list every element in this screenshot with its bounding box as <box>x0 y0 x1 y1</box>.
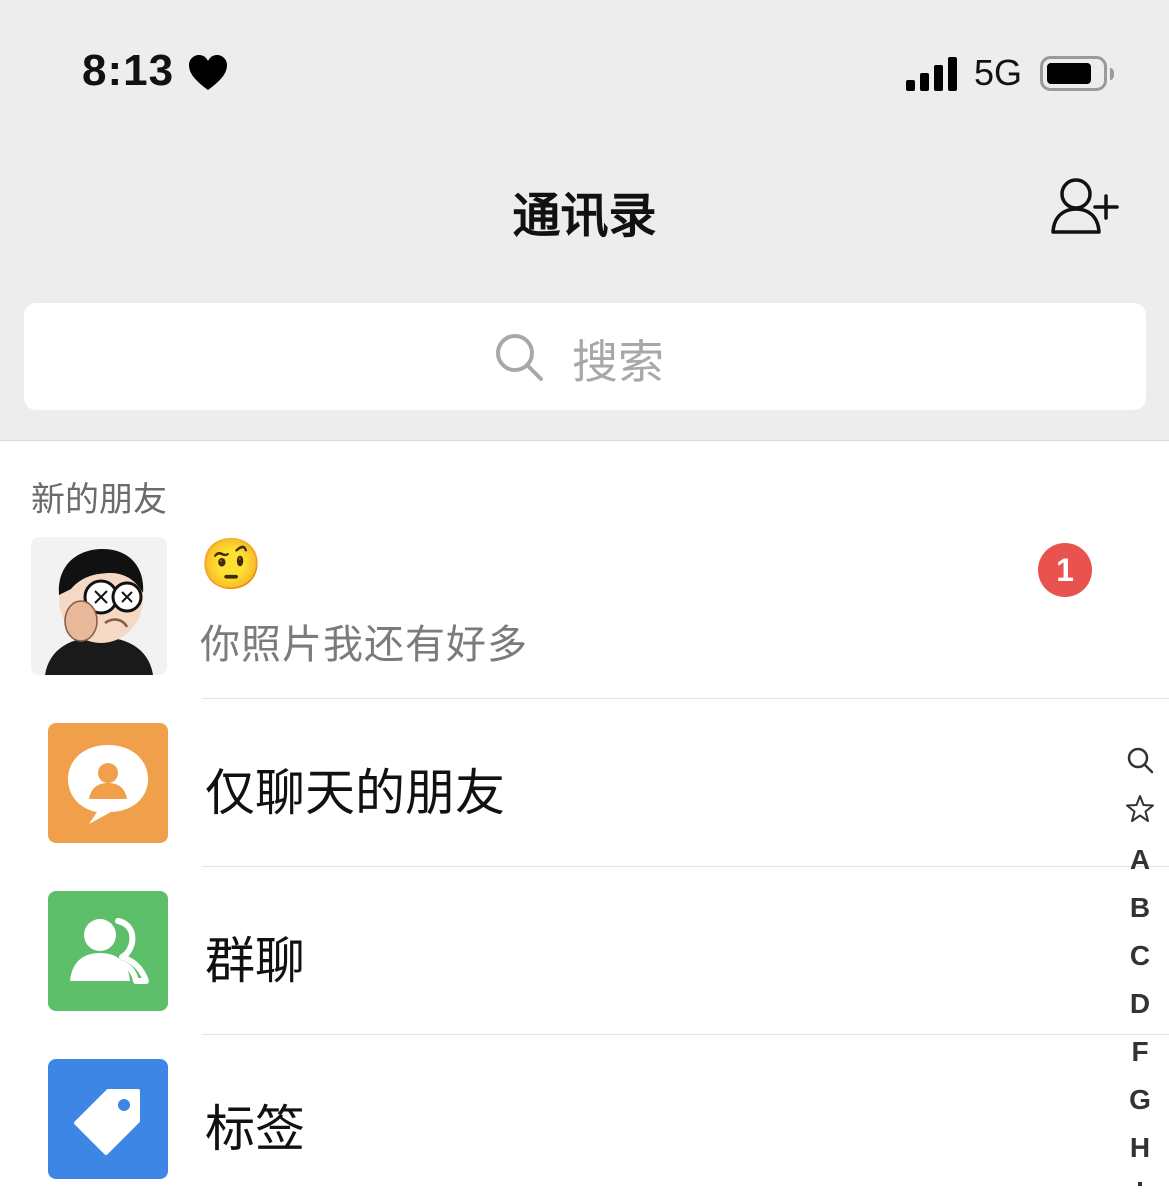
index-letter[interactable]: H <box>1120 1132 1160 1164</box>
index-letter[interactable]: G <box>1120 1084 1160 1116</box>
menu-item-chat-only-friends[interactable]: 仅聊天的朋友 <box>0 699 1110 867</box>
menu-item-tags[interactable]: 标签 <box>0 1035 1110 1203</box>
menu-item-label: 群聊 <box>205 932 305 990</box>
index-letter[interactable]: D <box>1120 988 1160 1020</box>
index-letter[interactable]: A <box>1120 844 1160 876</box>
index-search-icon[interactable] <box>1120 746 1160 781</box>
index-letter[interactable]: F <box>1120 1036 1160 1068</box>
signal-icon <box>906 57 957 91</box>
add-contact-button[interactable] <box>1048 176 1124 240</box>
battery-icon <box>1040 56 1114 91</box>
friend-request-message: 你照片我还有好多 <box>200 622 528 668</box>
index-star-icon[interactable] <box>1120 794 1160 831</box>
section-label-new-friends: 新的朋友 <box>31 480 167 520</box>
tag-icon <box>48 1059 168 1179</box>
search-placeholder: 搜索 <box>572 335 664 389</box>
friend-request-row[interactable] <box>0 520 1169 698</box>
search-icon <box>496 334 543 381</box>
status-time: 8:13 <box>82 46 175 95</box>
index-letter[interactable]: B <box>1120 892 1160 924</box>
avatar[interactable] <box>31 537 167 675</box>
group-chat-icon <box>48 891 168 1011</box>
page-title: 通讯录 <box>512 188 657 244</box>
chat-only-friends-icon <box>48 723 168 843</box>
menu-item-group-chat[interactable]: 群聊 <box>0 867 1110 1035</box>
menu-item-label: 仅聊天的朋友 <box>205 764 505 822</box>
index-letter[interactable]: C <box>1120 940 1160 972</box>
menu-item-label: 标签 <box>205 1100 305 1158</box>
add-contact-icon <box>1051 178 1119 234</box>
network-label: 5G <box>974 52 1023 93</box>
heart-icon <box>189 55 227 90</box>
index-letter[interactable]: I <box>1120 1176 1160 1186</box>
friend-request-name: 🤨 <box>200 535 263 593</box>
unread-badge: 1 <box>1038 543 1092 597</box>
